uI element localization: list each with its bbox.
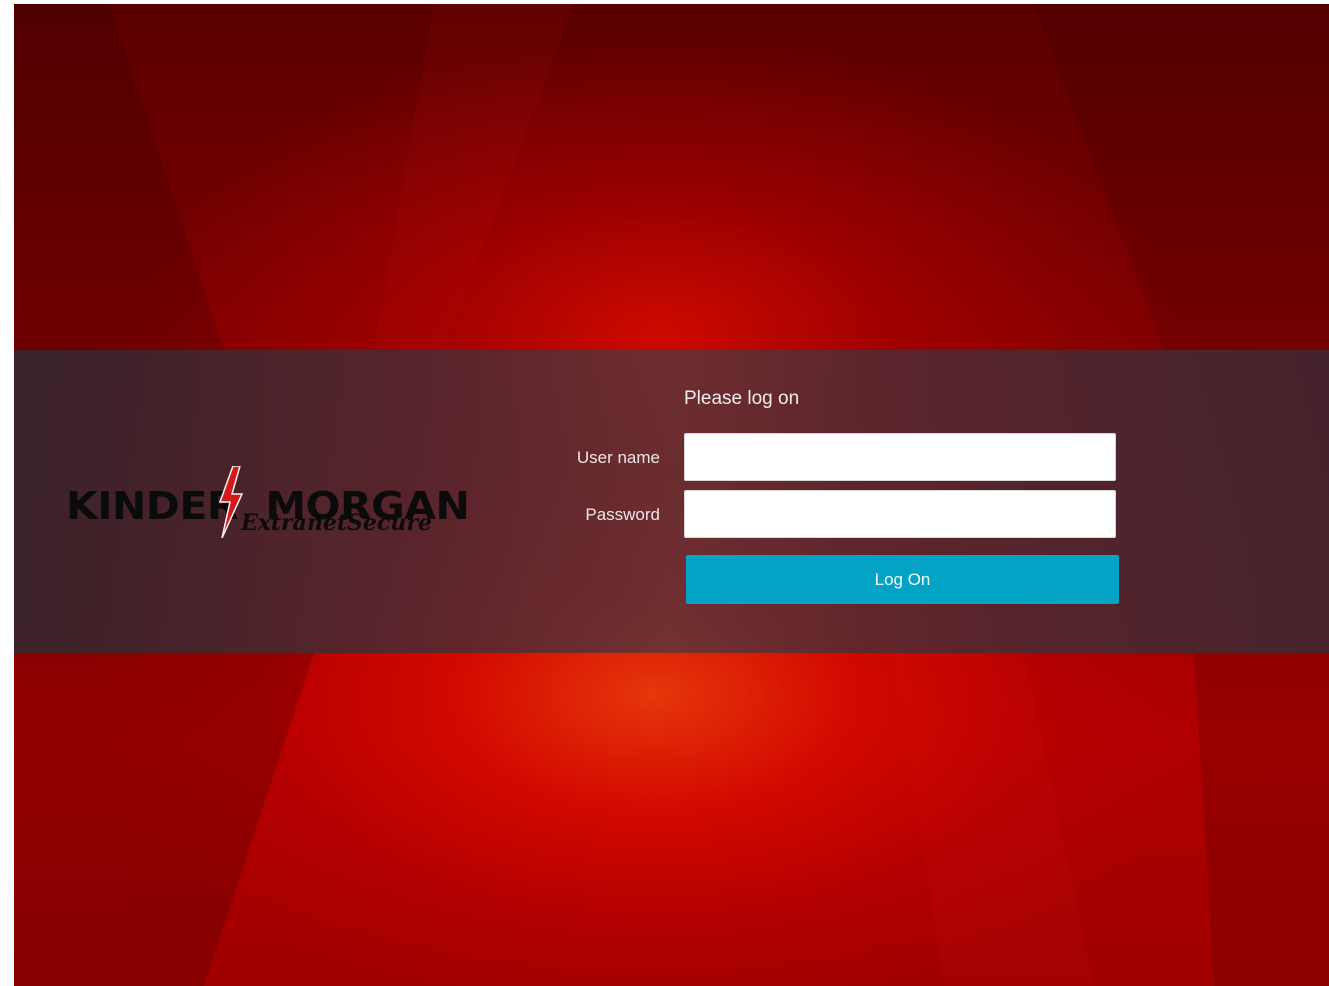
login-screen: KINDER MORGAN ExtranetSecure Please log … <box>14 4 1329 986</box>
logo-product-name: ExtranetSecure <box>241 510 432 536</box>
username-input[interactable] <box>684 433 1116 481</box>
log-on-button[interactable]: Log On <box>686 555 1119 604</box>
password-input[interactable] <box>684 490 1116 538</box>
login-band: KINDER MORGAN ExtranetSecure Please log … <box>14 350 1329 653</box>
password-label: Password <box>585 505 660 524</box>
login-title: Please log on <box>684 388 800 409</box>
kinder-morgan-logo: KINDER MORGAN ExtranetSecure <box>66 466 470 546</box>
username-label: User name <box>576 448 660 467</box>
